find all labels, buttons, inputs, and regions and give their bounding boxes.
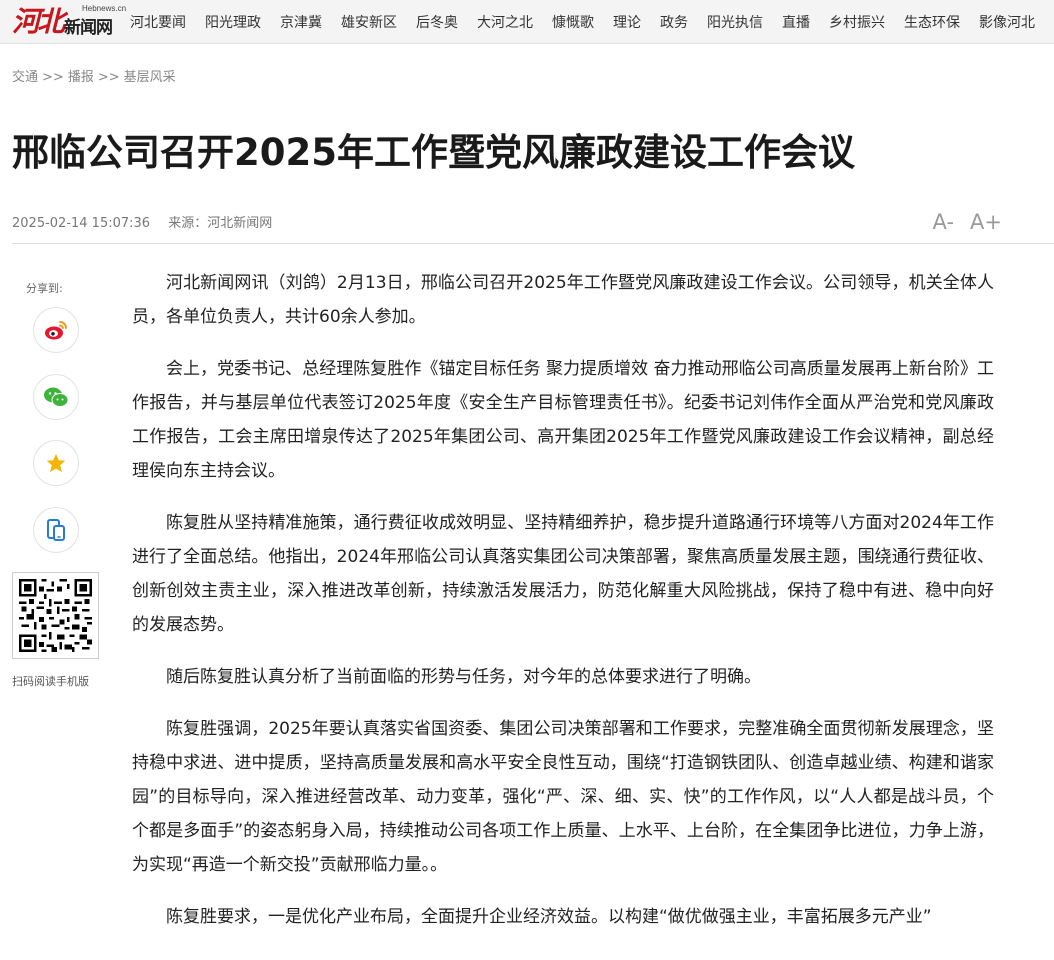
- font-decrease-button[interactable]: A-: [933, 210, 954, 234]
- nav-item[interactable]: 雄安新区: [341, 12, 397, 32]
- nav-item[interactable]: 政务: [660, 12, 688, 32]
- nav-item[interactable]: 阳光理政: [205, 12, 261, 32]
- mobile-icon: [47, 519, 65, 541]
- favorite-icon: [46, 453, 66, 473]
- nav-item[interactable]: 阳光执信: [707, 12, 763, 32]
- nav-item[interactable]: 乡村振兴: [829, 12, 885, 32]
- breadcrumb-item[interactable]: 基层风采: [124, 70, 176, 85]
- article-meta: 2025-02-14 15:07:36 来源：河北新闻网: [12, 212, 272, 231]
- weibo-icon: [45, 321, 67, 340]
- qr-caption: 扫码阅读手机版: [12, 675, 89, 688]
- logo-domain-text: Hebnews.cn: [82, 3, 127, 13]
- header-divider: [12, 243, 1054, 244]
- article-paragraph: 随后陈复胜认真分析了当前面临的形势与任务，对今年的总体要求进行了明确。: [166, 667, 761, 687]
- article-title: 邢临公司召开2025年工作暨党风廉政建设工作会议: [12, 131, 855, 174]
- logo-sub-text: 新闻网: [64, 18, 113, 38]
- logo-main-text: 河北: [12, 4, 65, 38]
- article-paragraph: 陈复胜强调，2025年要认真落实省国资委、集团公司决策部署和工作要求，完整准确全…: [132, 719, 994, 875]
- nav-item[interactable]: 影像河北: [979, 12, 1035, 32]
- share-weibo-button[interactable]: [33, 307, 79, 353]
- breadcrumb-separator: >>: [97, 70, 120, 85]
- qr-code: [12, 572, 99, 659]
- breadcrumb: 交通 >> 播报 >> 基层风采: [12, 66, 176, 85]
- article-datetime: 2025-02-14 15:07:36: [12, 216, 151, 231]
- breadcrumb-separator: >>: [42, 70, 64, 85]
- article-source: 来源：河北新闻网: [168, 216, 273, 231]
- article-paragraph: 会上，党委书记、总经理陈复胜作《锚定目标任务 聚力提质增效 奋力推动邢临公司高质…: [132, 359, 994, 481]
- nav-item[interactable]: 后冬奥: [416, 12, 458, 32]
- nav-item[interactable]: 大河之北: [477, 12, 533, 32]
- wechat-icon: [44, 387, 69, 407]
- article-paragraph: 陈复胜要求，一是优化产业布局，全面提升企业经济效益。以构建“做优做强主业，丰富拓…: [166, 907, 932, 927]
- font-increase-button[interactable]: A+: [970, 210, 1002, 234]
- share-mobile-button[interactable]: [33, 507, 79, 553]
- qr-code-icon: [19, 579, 92, 652]
- article-paragraph: 河北新闻网讯（刘鸽）2月13日，邢临公司召开2025年工作暨党风廉政建设工作会议…: [132, 273, 994, 327]
- nav-item[interactable]: 直播: [782, 12, 810, 32]
- share-favorite-button[interactable]: [33, 440, 79, 486]
- nav-item[interactable]: 慷慨歌: [552, 12, 594, 32]
- top-navigation: 河北 新闻网 Hebnews.cn 河北要闻 阳光理政 京津冀 雄安新区 后冬奥…: [0, 0, 1054, 44]
- article-paragraph: 陈复胜从坚持精准施策，通行费征收成效明显、坚持精细养护，稳步提升道路通行环境等八…: [132, 513, 994, 635]
- nav-item[interactable]: 京津冀: [280, 12, 322, 32]
- nav-item[interactable]: 生态环保: [904, 12, 960, 32]
- breadcrumb-item[interactable]: 播报: [68, 70, 94, 85]
- breadcrumb-item[interactable]: 交通: [12, 70, 38, 85]
- site-logo[interactable]: 河北 新闻网 Hebnews.cn: [0, 0, 130, 43]
- nav-items: 河北要闻 阳光理政 京津冀 雄安新区 后冬奥 大河之北 慷慨歌 理论 政务 阳光…: [130, 12, 1054, 32]
- font-size-tools: A- A+: [933, 210, 1002, 234]
- nav-item[interactable]: 河北要闻: [130, 12, 186, 32]
- share-label: 分享到:: [26, 282, 63, 295]
- share-wechat-button[interactable]: [33, 374, 79, 420]
- nav-item[interactable]: 理论: [613, 12, 641, 32]
- article-body: 河北新闻网讯（刘鸽）2月13日，邢临公司召开2025年工作暨党风廉政建设工作会议…: [132, 266, 994, 952]
